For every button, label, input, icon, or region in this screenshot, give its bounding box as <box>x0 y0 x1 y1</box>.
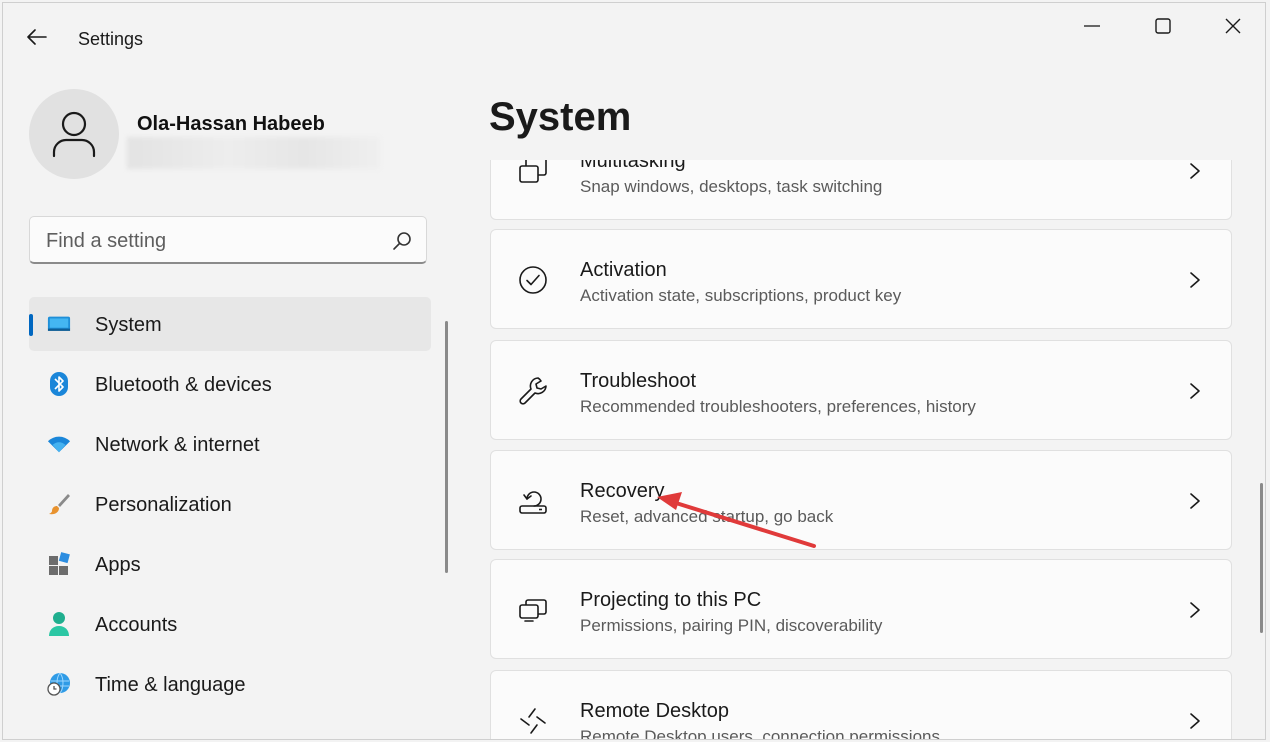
app-title: Settings <box>78 29 144 49</box>
chevron-right-icon <box>1190 493 1200 509</box>
multitasking-icon <box>517 160 549 187</box>
sidebar-item-label: Time & language <box>95 674 246 696</box>
card-subtitle: Permissions, pairing PIN, discoverabilit… <box>580 616 883 635</box>
projecting-icon <box>517 594 549 626</box>
wrench-icon <box>517 375 549 407</box>
person-icon <box>47 612 71 636</box>
sidebar-item-label: Accounts <box>95 614 178 636</box>
card-subtitle: Activation state, subscriptions, product… <box>580 286 902 305</box>
card-remote-desktop[interactable]: Remote Desktop Remote Desktop users, con… <box>490 670 1232 740</box>
maximize-icon <box>1155 18 1171 34</box>
page-title: System <box>489 95 632 139</box>
card-title: Troubleshoot <box>580 370 696 392</box>
sidebar-item-system[interactable]: System <box>29 297 431 351</box>
sidebar-nav: System Bluetooth & devices Network & int… <box>29 297 431 717</box>
chevron-right-icon <box>1190 272 1200 288</box>
sidebar-item-network[interactable]: Network & internet <box>29 417 431 471</box>
search-icon[interactable] <box>392 231 412 251</box>
maximize-button[interactable] <box>1129 3 1197 49</box>
card-multitasking[interactable]: Multitasking Snap windows, desktops, tas… <box>490 160 1232 220</box>
arrow-left-icon <box>27 29 47 45</box>
checkmark-circle-icon <box>517 264 549 296</box>
sidebar-item-label: Apps <box>95 554 141 576</box>
chevron-right-icon <box>1190 602 1200 618</box>
sidebar-item-time-language[interactable]: Time & language <box>29 657 431 711</box>
card-title: Recovery <box>580 480 665 502</box>
avatar[interactable] <box>29 89 119 179</box>
user-email-redacted <box>127 137 380 169</box>
sidebar-item-bluetooth[interactable]: Bluetooth & devices <box>29 357 431 411</box>
card-subtitle: Reset, advanced startup, go back <box>580 507 834 526</box>
system-icon <box>47 312 71 336</box>
sidebar-item-label: Network & internet <box>95 434 260 456</box>
main-scrollbar[interactable] <box>1260 483 1263 633</box>
search-input[interactable] <box>44 225 368 257</box>
sidebar-item-accounts[interactable]: Accounts <box>29 597 431 651</box>
remote-desktop-icon <box>517 705 549 737</box>
wifi-icon <box>47 432 71 456</box>
card-recovery[interactable]: Recovery Reset, advanced startup, go bac… <box>490 450 1232 550</box>
minimize-button[interactable] <box>1058 3 1126 49</box>
sidebar-item-label: Bluetooth & devices <box>95 374 272 396</box>
chevron-right-icon <box>1190 163 1200 179</box>
active-indicator <box>29 314 33 336</box>
card-title: Remote Desktop <box>580 700 729 722</box>
sidebar-scrollbar[interactable] <box>445 321 448 573</box>
settings-window: Settings Ola-Hassan Habeeb System <box>2 2 1266 740</box>
sidebar-item-personalization[interactable]: Personalization <box>29 477 431 531</box>
close-icon <box>1225 18 1241 34</box>
card-title: Activation <box>580 259 667 281</box>
minimize-icon <box>1084 25 1100 27</box>
settings-list: Multitasking Snap windows, desktops, tas… <box>490 160 1234 740</box>
card-title: Projecting to this PC <box>580 589 762 611</box>
bluetooth-icon <box>47 372 71 396</box>
card-title: Multitasking <box>580 160 686 172</box>
paintbrush-icon <box>47 492 71 516</box>
card-subtitle: Snap windows, desktops, task switching <box>580 177 883 196</box>
recovery-icon <box>517 485 549 517</box>
card-troubleshoot[interactable]: Troubleshoot Recommended troubleshooters… <box>490 340 1232 440</box>
card-projecting[interactable]: Projecting to this PC Permissions, pairi… <box>490 559 1232 659</box>
card-subtitle: Recommended troubleshooters, preferences… <box>580 397 976 416</box>
close-button[interactable] <box>1199 3 1265 49</box>
card-activation[interactable]: Activation Activation state, subscriptio… <box>490 229 1232 329</box>
apps-icon <box>47 552 71 576</box>
sidebar-item-apps[interactable]: Apps <box>29 537 431 591</box>
chevron-right-icon <box>1190 713 1200 729</box>
sidebar-item-label: Personalization <box>95 494 232 516</box>
sidebar-item-label: System <box>95 314 162 336</box>
user-name: Ola-Hassan Habeeb <box>137 113 325 135</box>
chevron-right-icon <box>1190 383 1200 399</box>
search-box[interactable] <box>29 216 427 264</box>
card-subtitle: Remote Desktop users, connection permiss… <box>580 727 940 740</box>
person-icon <box>52 111 96 158</box>
back-button[interactable] <box>17 17 57 57</box>
globe-clock-icon <box>47 672 71 696</box>
